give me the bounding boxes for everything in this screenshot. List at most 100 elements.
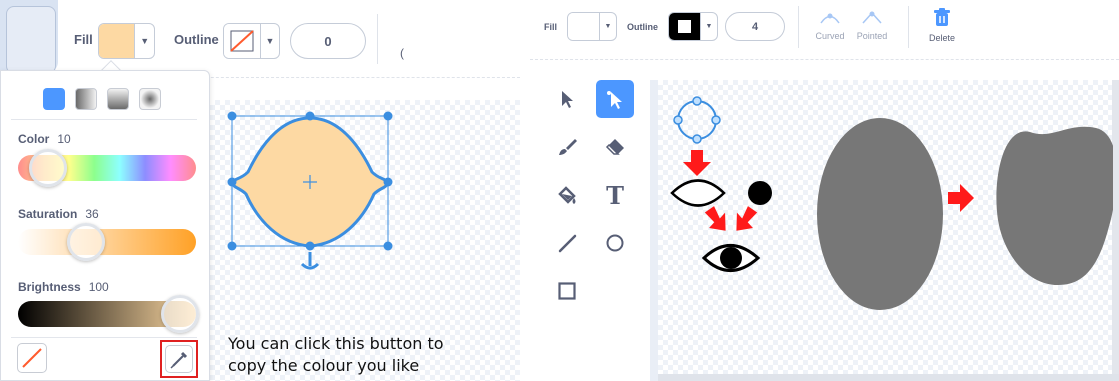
reshaped-blob-shape (996, 126, 1113, 285)
down-arrow-icon (683, 150, 711, 176)
reshape-tool[interactable] (596, 80, 634, 118)
eraser-tool[interactable] (596, 128, 634, 166)
fill-swatch (568, 13, 599, 40)
fill-label: Fill (74, 32, 93, 47)
left-toolbar: Fill ▼ Outline ▼ 0 ( (0, 0, 520, 78)
right-paint-editor: Fill ▼ Outline ▼ 4 Curved Pointed Delete… (530, 0, 1119, 381)
saturation-slider-label: Saturation 36 (18, 207, 99, 221)
curved-icon (820, 13, 840, 24)
brush-tool[interactable] (548, 128, 586, 166)
curved-button[interactable]: Curved (810, 10, 850, 41)
canvas-edge (650, 80, 658, 381)
outline-label: Outline (627, 22, 658, 32)
fill-swatch (99, 24, 135, 58)
chevron-down-icon: ▼ (599, 13, 616, 40)
outline-width-value: 0 (324, 33, 332, 49)
rectangle-tool[interactable] (548, 272, 586, 310)
fill-tool[interactable] (548, 176, 586, 214)
delete-button[interactable]: Delete (922, 8, 962, 43)
no-outline-swatch (224, 24, 260, 58)
right-arrow-icon (948, 184, 974, 212)
brightness-slider-knob[interactable] (161, 295, 199, 333)
brush-icon (559, 139, 577, 155)
eraser-icon (605, 139, 624, 155)
curved-label: Curved (815, 31, 845, 41)
selected-shape[interactable] (222, 106, 398, 276)
vertical-gradient-option[interactable] (107, 88, 129, 110)
costume-tab-stub[interactable] (0, 0, 58, 74)
right-toolbar: Fill ▼ Outline ▼ 4 Curved Pointed Delete (530, 0, 1119, 60)
vertical-scrollbar[interactable] (1112, 80, 1119, 381)
delete-label: Delete (928, 33, 955, 43)
saturation-value: 36 (85, 207, 99, 221)
reshape-icon (607, 91, 622, 109)
outline-width-value: 4 (751, 20, 759, 33)
brightness-label-text: Brightness (18, 280, 81, 294)
line-icon (558, 234, 577, 253)
down-left-arrow-icon (736, 206, 758, 231)
fill-color-button[interactable]: ▼ (98, 23, 155, 59)
chevron-down-icon: ▼ (134, 24, 154, 58)
line-tool[interactable] (548, 224, 586, 262)
toolbar-divider (798, 6, 799, 48)
outline-color-button[interactable]: ▼ (668, 12, 718, 41)
radial-gradient-option[interactable] (139, 88, 161, 110)
horizontal-gradient-option[interactable] (75, 88, 97, 110)
chevron-down-icon: ▼ (700, 13, 717, 40)
rectangle-icon (558, 282, 576, 300)
circle-tool[interactable] (596, 224, 634, 262)
pointed-button[interactable]: Pointed (852, 10, 892, 41)
color-picker-popover: Color 10 Saturation 36 Brightness 100 (0, 70, 210, 381)
no-color-button[interactable] (17, 343, 47, 373)
pupil-circle-shape (748, 181, 772, 205)
color-label-text: Color (18, 132, 50, 146)
select-arrow-icon (562, 91, 573, 108)
left-paint-editor: Fill ▼ Outline ▼ 0 (Color 10 Saturation… (0, 0, 520, 381)
note-line-2: copy the colour you like (228, 356, 420, 375)
outline-width-input[interactable]: 4 (725, 12, 785, 41)
outline-swatch (669, 13, 700, 40)
no-color-icon (230, 30, 254, 52)
fill-color-button[interactable]: ▼ (567, 12, 617, 41)
canvas-illustration (670, 96, 1113, 310)
gradient-type-row (43, 88, 161, 110)
brightness-value: 100 (88, 280, 109, 294)
outline-width-input[interactable]: 0 (290, 23, 366, 59)
toolbar-divider (908, 6, 909, 48)
horizontal-scrollbar[interactable] (658, 374, 1119, 381)
note-line-1: You can click this button to (228, 334, 444, 353)
saturation-label-text: Saturation (18, 207, 78, 221)
color-slider-knob[interactable] (29, 149, 67, 187)
saturation-slider-knob[interactable] (67, 223, 105, 261)
eyedropper-button[interactable] (165, 345, 193, 373)
toolbar-divider (377, 14, 378, 64)
brightness-slider-label: Brightness 100 (18, 280, 109, 294)
eye-outline-shape (670, 179, 726, 207)
solid-fill-option[interactable] (43, 88, 65, 110)
pointed-label: Pointed (856, 31, 888, 41)
divider (11, 119, 197, 120)
text-tool[interactable]: T (596, 176, 634, 214)
down-right-arrow-icon (704, 206, 726, 231)
trash-icon (934, 8, 950, 26)
gray-oval-shape (817, 118, 943, 310)
text-t-icon: T (606, 180, 624, 210)
reshape-circle-example (673, 96, 721, 144)
paint-bucket-icon (558, 186, 576, 204)
fill-label: Fill (544, 22, 557, 32)
pointed-icon (862, 11, 882, 24)
outline-color-button[interactable]: ▼ (223, 23, 280, 59)
chevron-down-icon: ▼ (260, 24, 279, 58)
outline-label: Outline (174, 32, 219, 47)
saturation-slider[interactable] (18, 229, 196, 255)
select-tool[interactable] (548, 80, 586, 118)
clipped-text: ( (400, 46, 404, 60)
color-value: 10 (57, 132, 71, 146)
eyedropper-icon (170, 351, 188, 369)
circle-icon (606, 234, 624, 252)
annotation-note: You can click this button to copy the co… (228, 333, 518, 377)
divider (11, 337, 197, 338)
color-slider-label: Color 10 (18, 132, 71, 146)
no-color-icon (22, 348, 42, 368)
combined-eye-shape (701, 244, 761, 272)
